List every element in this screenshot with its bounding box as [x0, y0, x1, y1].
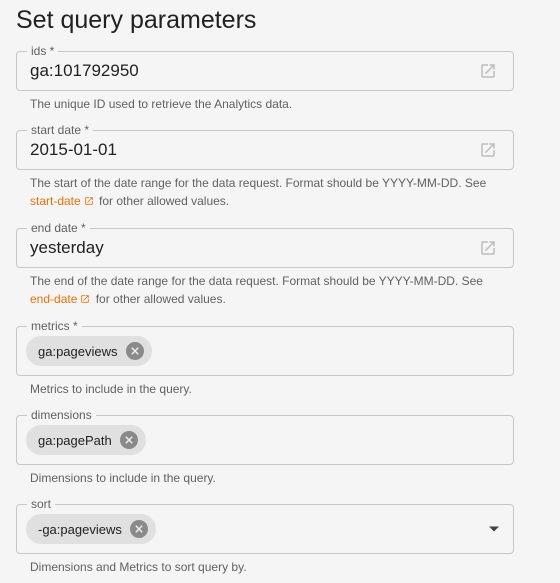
sort-label: sort	[27, 496, 56, 512]
end-date-help-after: for other allowed values.	[95, 292, 226, 306]
end-date-help: The end of the date range for the data r…	[30, 272, 510, 309]
dimensions-help: Dimensions to include in the query.	[30, 471, 216, 485]
chip-label: -ga:pageviews	[38, 521, 122, 537]
sort-chip[interactable]: -ga:pageviews	[26, 514, 156, 544]
dimensions-label: dimensions	[27, 407, 96, 423]
cancel-icon[interactable]	[129, 520, 148, 538]
open-in-new-icon[interactable]	[477, 60, 499, 82]
dimensions-chip[interactable]: ga:pagePath	[26, 425, 146, 455]
cancel-icon[interactable]	[125, 342, 144, 360]
end-date-field[interactable]: end date * yesterday	[16, 220, 514, 268]
cancel-icon[interactable]	[119, 431, 138, 449]
open-in-new-icon[interactable]	[84, 193, 94, 211]
ids-value[interactable]: ga:101792950	[30, 52, 139, 90]
start-date-value[interactable]: 2015-01-01	[30, 131, 117, 169]
metrics-label: metrics *	[27, 318, 82, 334]
open-in-new-icon[interactable]	[477, 237, 499, 259]
open-in-new-icon[interactable]	[80, 291, 90, 309]
metrics-chip[interactable]: ga:pageviews	[26, 336, 152, 366]
chip-label: ga:pagePath	[38, 432, 112, 448]
open-in-new-icon[interactable]	[477, 139, 499, 161]
sort-help: Dimensions and Metrics to sort query by.	[30, 560, 247, 574]
start-date-field[interactable]: start date * 2015-01-01	[16, 122, 514, 170]
start-date-help-after: for other allowed values.	[99, 194, 230, 208]
dimensions-field[interactable]: dimensions ga:pagePath	[16, 407, 514, 465]
start-date-link[interactable]: start-date	[30, 194, 81, 208]
page-title: Set query parameters	[16, 6, 257, 34]
ids-field[interactable]: ids * ga:101792950	[16, 43, 514, 91]
arrow-drop-down-icon[interactable]	[489, 526, 499, 532]
chip-label: ga:pageviews	[38, 343, 118, 359]
start-date-help: The start of the date range for the data…	[30, 174, 510, 211]
end-date-value[interactable]: yesterday	[30, 229, 104, 267]
end-date-help-text: The end of the date range for the data r…	[30, 274, 483, 288]
metrics-help: Metrics to include in the query.	[30, 382, 192, 396]
start-date-help-text: The start of the date range for the data…	[30, 176, 487, 190]
end-date-link[interactable]: end-date	[30, 292, 77, 306]
metrics-field[interactable]: metrics * ga:pageviews	[16, 318, 514, 376]
sort-field[interactable]: sort -ga:pageviews	[16, 496, 514, 554]
ids-help: The unique ID used to retrieve the Analy…	[30, 97, 293, 111]
